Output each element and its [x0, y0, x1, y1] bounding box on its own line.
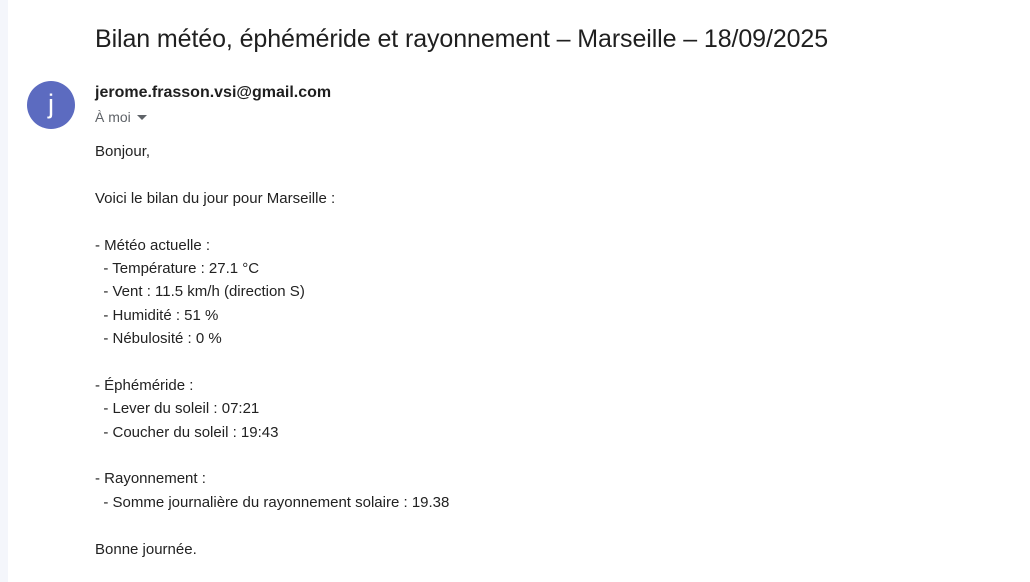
body-line — [95, 166, 449, 189]
recipient-dropdown[interactable]: À moi — [95, 109, 147, 125]
left-edge-strip — [0, 0, 8, 582]
body-line: - Vent : 11.5 km/h (direction S) — [95, 283, 305, 301]
email-subject: Bilan météo, éphéméride et rayonnement –… — [95, 25, 829, 53]
body-line: - Humidité : 51 % — [95, 306, 219, 324]
body-line — [95, 517, 449, 540]
body-line: Voici le bilan du jour pour Marseille : — [95, 189, 336, 207]
body-line: - Température : 27.1 °C — [95, 259, 260, 277]
body-line: Bonne journée. — [95, 540, 197, 558]
body-line: - Éphéméride : — [95, 376, 194, 394]
body-line — [95, 447, 449, 470]
body-line: - Somme journalière du rayonnement solai… — [95, 493, 450, 511]
sender-avatar[interactable]: j — [27, 81, 75, 129]
body-line: - Nébulosité : 0 % — [95, 330, 222, 348]
caret-down-icon[interactable] — [136, 115, 147, 120]
recipient-label: À moi — [95, 109, 131, 125]
body-line — [95, 213, 449, 236]
body-line: Bonjour, — [95, 143, 151, 160]
sender-email[interactable]: jerome.frasson.vsi@gmail.com — [95, 84, 331, 102]
body-line: - Coucher du soleil : 19:43 — [95, 423, 279, 441]
body-line: - Lever du soleil : 07:21 — [95, 400, 260, 418]
email-body: Bonjour, Voici le bilan du jour pour Mar… — [95, 143, 449, 564]
body-line — [95, 354, 449, 377]
body-line: - Rayonnement : — [95, 470, 206, 488]
body-line: - Météo actuelle : — [95, 236, 211, 254]
